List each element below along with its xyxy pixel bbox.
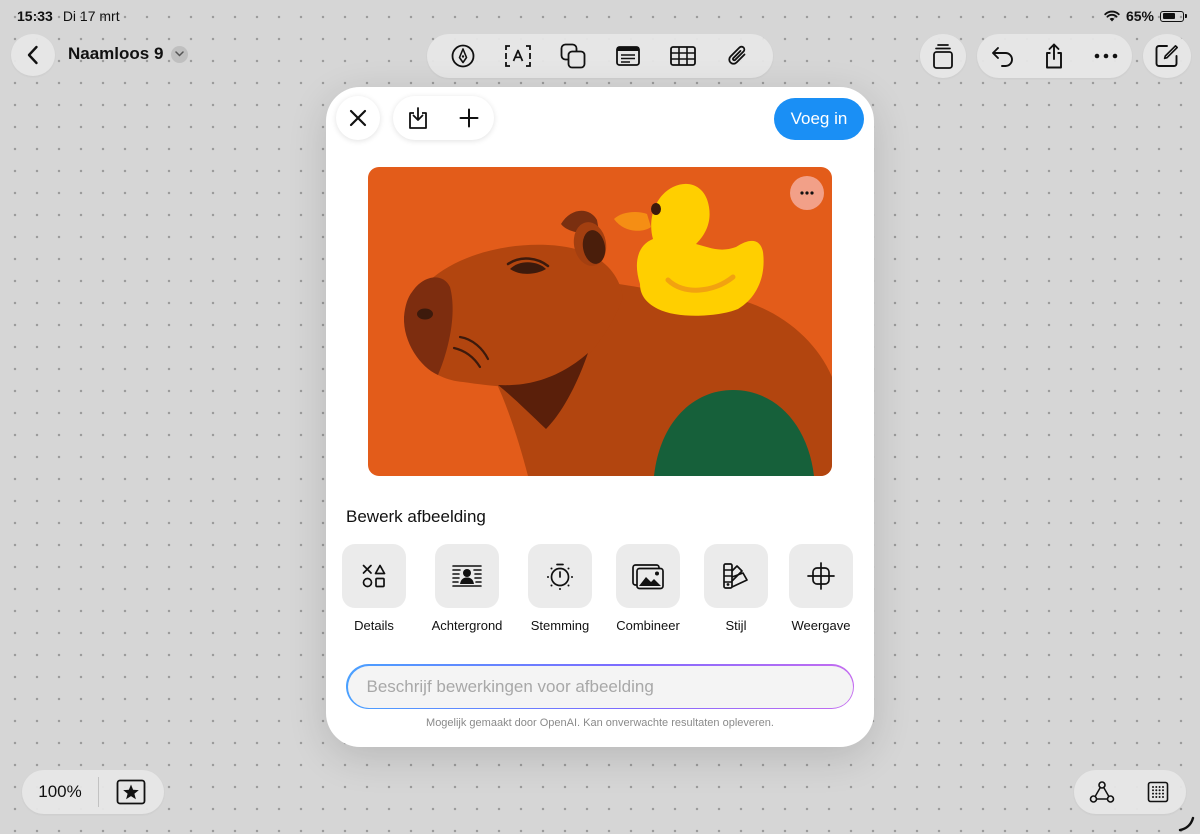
status-bar: 15:33 Di 17 mrt 65% [0,0,1200,32]
add-button[interactable] [449,98,489,138]
zoom-control: 100% [22,770,164,814]
note-card-button[interactable] [608,36,648,76]
edit-option-label: Details [354,618,394,633]
edit-option-details[interactable]: Details [329,544,419,633]
grid-dots-icon [1147,781,1169,803]
close-icon [349,109,367,127]
edit-section-title: Bewerk afbeelding [346,507,486,526]
canvas-tools [1074,770,1186,814]
edit-option-label: Stemming [530,618,590,633]
edit-prompt-input[interactable] [347,665,853,708]
edit-tile[interactable] [528,544,592,608]
view-crop-icon [807,562,835,590]
image-editor-dialog: Voeg in Bewerk afbeelding Details Achter… [326,87,874,747]
style-swatch-icon [723,563,748,589]
document-title: Naamloos 9 [68,44,164,63]
attachment-button[interactable] [718,36,758,76]
more-icon [1094,53,1118,59]
plus-icon [459,108,479,128]
back-button[interactable] [11,34,55,76]
save-image-button[interactable] [398,98,438,138]
insert-toolbar [427,34,773,78]
edit-option-label: Achtergrond [431,618,503,633]
edit-prompt-field[interactable] [346,664,854,709]
text-box-button[interactable] [498,36,538,76]
connectors-button[interactable] [1082,772,1122,812]
undo-button[interactable] [983,36,1023,76]
table-button[interactable] [663,36,703,76]
edit-tile[interactable] [789,544,853,608]
stack-icon [933,44,953,69]
edit-option-background[interactable]: Achtergrond [422,544,512,633]
mood-dial-icon [547,563,573,590]
image-more-button[interactable] [790,176,824,210]
resize-corner-icon [1178,816,1195,832]
edit-option-view[interactable]: Weergave [776,544,866,633]
capybara-duck-illustration [368,167,832,476]
edit-tile[interactable] [616,544,680,608]
edit-tile[interactable] [342,544,406,608]
image-actions-group [393,96,494,140]
stack-button[interactable] [920,34,966,78]
download-tray-icon [409,107,428,129]
shapes-button[interactable] [553,36,593,76]
shapes-icon [560,43,585,69]
chevron-down-icon [171,45,189,63]
edit-option-label: Stijl [725,618,747,633]
zoom-level-button[interactable]: 100% [22,782,98,802]
note-card-icon [615,46,640,66]
pen-circle-icon [451,44,474,68]
generated-image [368,167,832,476]
share-button[interactable] [1034,36,1074,76]
combine-photos-icon [632,564,664,590]
disclaimer-text: Mogelijk gemaakt door OpenAI. Kan onverw… [426,717,774,729]
grid-button[interactable] [1138,772,1178,812]
text-box-icon [504,45,531,67]
more-options-button[interactable] [1086,36,1126,76]
undo-icon [991,47,1013,67]
share-icon [1046,43,1063,69]
more-icon [800,191,814,195]
compose-button[interactable] [1143,34,1191,78]
document-actions [977,34,1132,78]
chevron-left-icon [27,45,38,65]
insert-button[interactable]: Voeg in [774,98,864,140]
edit-option-combine[interactable]: Combineer [603,544,693,633]
star-box-icon [116,779,146,805]
battery-icon [1160,10,1187,22]
node-connect-icon [1089,781,1115,803]
background-person-icon [452,565,482,587]
edit-tile[interactable] [435,544,499,608]
paperclip-icon [727,45,745,65]
edit-option-label: Weergave [791,618,851,633]
edit-option-mood[interactable]: Stemming [515,544,605,633]
status-date: Di 17 mrt [62,8,120,24]
battery-percent: 65% [1125,8,1154,24]
favorites-button[interactable] [99,779,163,805]
close-button[interactable] [336,96,380,140]
edit-tile[interactable] [704,544,768,608]
wifi-icon [1104,10,1120,22]
pen-tool-button[interactable] [443,36,483,76]
document-title-button[interactable]: Naamloos 9 [68,44,189,64]
edit-options: Details Achtergrond Stemming Combineer S… [342,544,864,634]
table-icon [669,46,696,66]
edit-option-label: Combineer [616,618,680,633]
status-time: 15:33 [17,8,53,24]
compose-icon [1155,45,1178,67]
shapes-detail-icon [362,564,386,588]
edit-option-style[interactable]: Stijl [691,544,781,633]
